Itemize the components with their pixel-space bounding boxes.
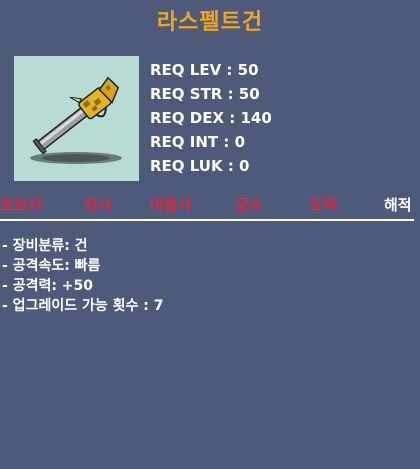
req-int: REQ INT : 0 [150, 133, 246, 151]
req-luk: REQ LUK : 0 [150, 157, 250, 175]
job-pirate: 해적 [384, 196, 412, 214]
requirements-list: REQ LEV : 50 REQ STR : 50 REQ DEX : 140 … [150, 58, 272, 178]
job-magician: 마법사 [150, 196, 192, 214]
req-level: REQ LEV : 50 [150, 61, 259, 79]
stat-attack: - 공격력: +50 [2, 278, 94, 294]
item-stats: - 장비분류: 건 - 공격속도: 빠름 - 공격력: +50 - 업그레이드 … [2, 236, 163, 316]
req-str: REQ STR : 50 [150, 85, 260, 103]
stat-attack-speed: - 공격속도: 빠름 [2, 258, 101, 274]
divider [0, 219, 414, 221]
job-thief: 도적 [309, 196, 337, 214]
pistol-icon [30, 76, 122, 164]
req-dex: REQ DEX : 140 [150, 109, 272, 127]
stat-category: - 장비분류: 건 [2, 238, 88, 254]
item-name: 라스펠트건 [156, 10, 264, 35]
job-bowman: 궁수 [235, 196, 263, 214]
stat-upgrade-slots: - 업그레이드 가능 횟수 : 7 [2, 298, 164, 314]
job-list: 초보자 전사 마법사 궁수 도적 해적 [0, 190, 420, 218]
job-beginner: 초보자 [0, 196, 42, 214]
item-icon-frame [14, 56, 139, 181]
job-warrior: 전사 [84, 196, 112, 214]
